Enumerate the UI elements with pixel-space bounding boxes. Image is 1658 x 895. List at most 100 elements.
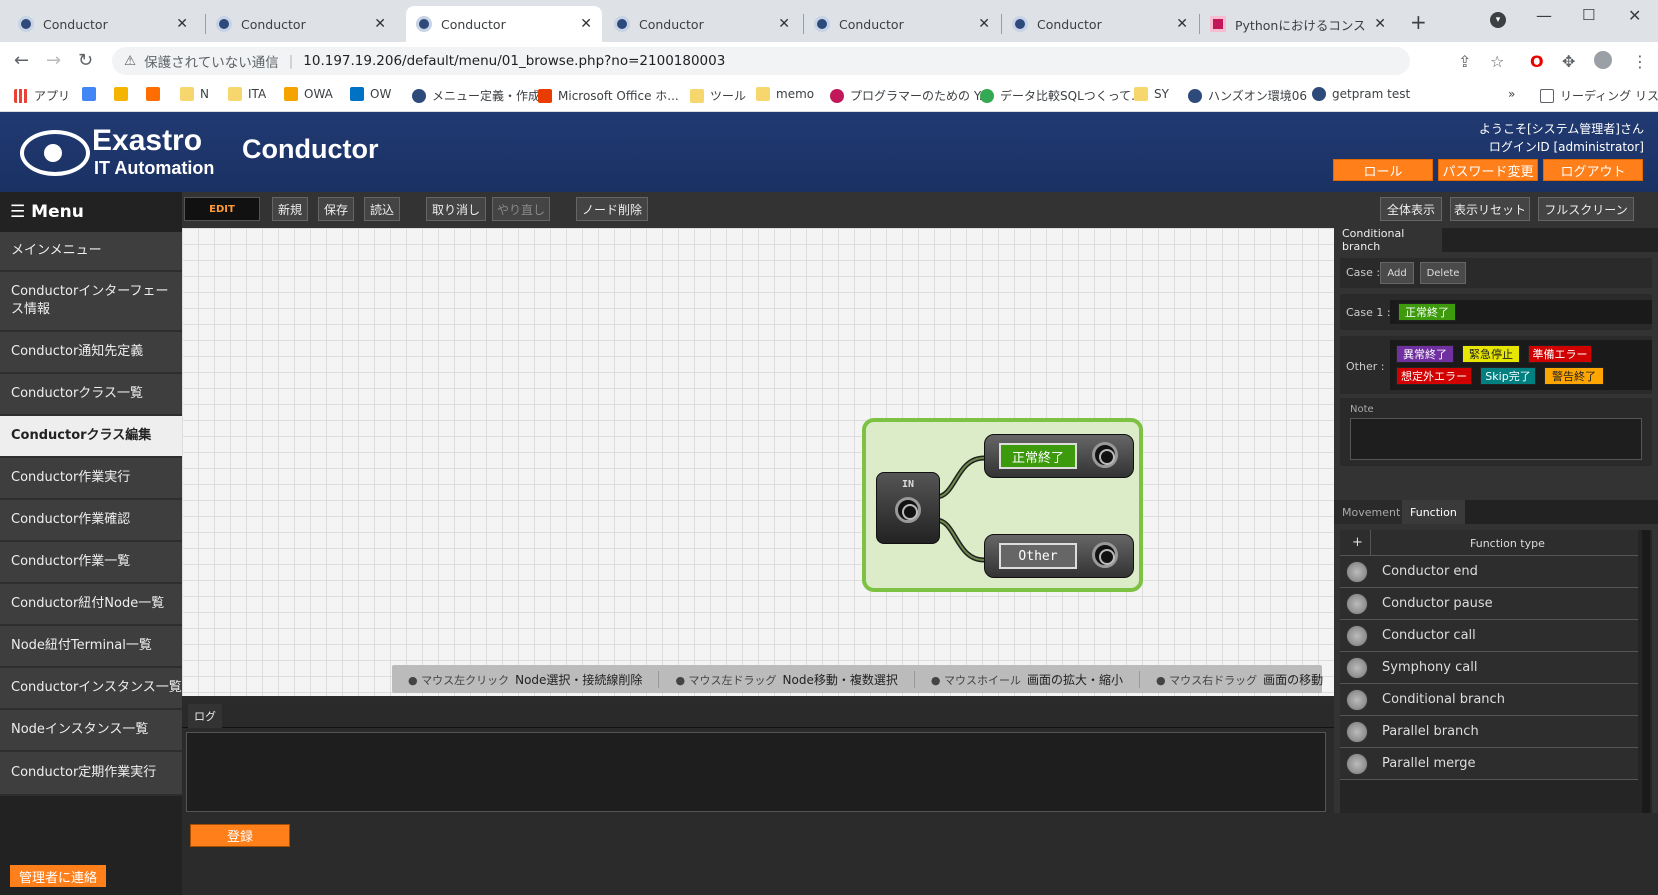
status-pill-skip-complete[interactable]: Skip完了 bbox=[1480, 367, 1536, 385]
url-field[interactable]: ⚠ 保護されていない通信 | 10.197.19.206/default/men… bbox=[112, 47, 1410, 75]
bookmark-item[interactable]: メニュー定義・作成 bbox=[412, 87, 540, 104]
bookmark-apps[interactable]: アプリ bbox=[14, 87, 70, 104]
tab-function[interactable]: Function bbox=[1402, 500, 1465, 524]
back-icon[interactable]: ← bbox=[14, 50, 29, 71]
function-item[interactable]: Conductor call bbox=[1340, 620, 1638, 652]
in-port-icon[interactable] bbox=[895, 497, 921, 523]
tab-movement[interactable]: Movement bbox=[1334, 500, 1409, 524]
browser-tab[interactable]: Conductor ✕ bbox=[604, 6, 800, 42]
menu-item-class-edit[interactable]: Conductorクラス編集 bbox=[0, 416, 182, 458]
menu-header[interactable]: ☰ Menu bbox=[0, 192, 182, 232]
load-button[interactable]: 読込 bbox=[364, 197, 400, 221]
bookmark-folder[interactable]: SY bbox=[1134, 87, 1169, 101]
close-tab-icon[interactable]: ✕ bbox=[778, 16, 790, 32]
case1-status-pill[interactable]: 正常終了 bbox=[1398, 303, 1456, 321]
menu-item-scheduled-execution[interactable]: Conductor定期作業実行 bbox=[0, 752, 182, 796]
menu-item-node-list[interactable]: Conductor紐付Node一覧 bbox=[0, 584, 182, 626]
close-tab-icon[interactable]: ✕ bbox=[176, 16, 188, 32]
opera-extension-icon[interactable]: O bbox=[1530, 52, 1544, 71]
bookmark-item[interactable] bbox=[114, 87, 134, 101]
bookmark-item[interactable]: getpram test bbox=[1312, 87, 1410, 101]
bookmark-item[interactable]: OW bbox=[350, 87, 391, 101]
fullscreen-button[interactable]: フルスクリーン bbox=[1538, 197, 1634, 221]
browser-tab[interactable]: Conductor ✕ bbox=[1002, 6, 1198, 42]
add-case-button[interactable]: Add bbox=[1380, 262, 1414, 284]
logout-button[interactable]: ログアウト bbox=[1543, 159, 1643, 181]
note-textarea[interactable] bbox=[1350, 418, 1642, 460]
bookmark-item[interactable]: ハンズオン環境06 bbox=[1188, 87, 1307, 104]
extensions-icon[interactable]: ✥ bbox=[1562, 52, 1575, 71]
out-port-icon[interactable] bbox=[1092, 442, 1118, 468]
bookmarks-overflow-icon[interactable]: » bbox=[1508, 87, 1515, 101]
change-password-button[interactable]: パスワード変更 bbox=[1438, 159, 1538, 181]
menu-item-confirm[interactable]: Conductor作業確認 bbox=[0, 500, 182, 542]
menu-item-instance-list[interactable]: Conductorインスタンス一覧 bbox=[0, 668, 182, 710]
menu-item-main-menu[interactable]: メインメニュー bbox=[0, 232, 182, 272]
close-tab-icon[interactable]: ✕ bbox=[580, 16, 592, 32]
delete-node-button[interactable]: ノード削除 bbox=[576, 197, 648, 221]
bookmark-item[interactable]: プログラマーのための Y... bbox=[830, 87, 990, 104]
status-pill-emergency-stop[interactable]: 緊急停止 bbox=[1462, 345, 1520, 363]
tab-search-icon[interactable]: ▾ bbox=[1490, 12, 1506, 28]
menu-item-class-list[interactable]: Conductorクラス一覧 bbox=[0, 374, 182, 416]
menu-item-terminal-list[interactable]: Node紐付Terminal一覧 bbox=[0, 626, 182, 668]
status-pill-unexpected-error[interactable]: 想定外エラー bbox=[1396, 367, 1472, 385]
function-item[interactable]: Parallel branch bbox=[1340, 716, 1638, 748]
close-tab-icon[interactable]: ✕ bbox=[374, 16, 386, 32]
function-item[interactable]: Symphony call bbox=[1340, 652, 1638, 684]
function-item[interactable]: Conditional branch bbox=[1340, 684, 1638, 716]
bookmark-folder[interactable]: ITA bbox=[228, 87, 266, 101]
redo-button[interactable]: やり直し bbox=[492, 197, 550, 221]
bookmark-item[interactable]: OWA bbox=[284, 87, 333, 101]
exastro-logo[interactable]: Exastro IT Automation bbox=[20, 122, 220, 182]
status-pill-warning-end[interactable]: 警告終了 bbox=[1544, 367, 1604, 385]
register-button[interactable]: 登録 bbox=[190, 824, 290, 847]
function-item[interactable]: Parallel merge bbox=[1340, 748, 1638, 780]
reload-icon[interactable]: ↻ bbox=[78, 50, 93, 71]
save-button[interactable]: 保存 bbox=[318, 197, 354, 221]
bookmark-item[interactable]: データ比較SQLつくって... bbox=[980, 87, 1143, 104]
bookmark-star-icon[interactable]: ☆ bbox=[1490, 52, 1504, 71]
browser-tab[interactable]: Conductor ✕ bbox=[8, 6, 198, 42]
more-menu-icon[interactable]: ⋮ bbox=[1632, 52, 1648, 71]
menu-item-interface-info[interactable]: Conductorインターフェース情報 bbox=[0, 272, 182, 332]
bookmark-item[interactable] bbox=[146, 87, 166, 101]
conductor-canvas[interactable]: IN 正常終了 Other bbox=[182, 228, 1334, 696]
function-item[interactable]: Conductor end bbox=[1340, 556, 1638, 588]
close-tab-icon[interactable]: ✕ bbox=[1374, 16, 1386, 32]
case-terminal[interactable]: 正常終了 bbox=[984, 434, 1134, 478]
conditional-branch-node[interactable]: IN 正常終了 Other bbox=[862, 418, 1143, 592]
forward-icon[interactable]: → bbox=[46, 50, 61, 71]
share-icon[interactable]: ⇪ bbox=[1458, 52, 1471, 71]
bookmark-folder[interactable]: memo bbox=[756, 87, 814, 101]
browser-tab[interactable]: Pythonにおけるコンストラク✕ bbox=[1200, 6, 1396, 42]
case1-drop-area[interactable]: 正常終了 bbox=[1390, 300, 1652, 324]
new-tab-icon[interactable]: + bbox=[1410, 10, 1427, 34]
undo-button[interactable]: 取り消し bbox=[426, 197, 486, 221]
menu-item-execute[interactable]: Conductor作業実行 bbox=[0, 458, 182, 500]
maximize-icon[interactable]: ☐ bbox=[1582, 6, 1595, 24]
show-all-button[interactable]: 全体表示 bbox=[1380, 197, 1442, 221]
add-function-icon[interactable]: + bbox=[1352, 535, 1363, 550]
log-tab[interactable]: ログ bbox=[188, 704, 222, 728]
contact-admin-button[interactable]: 管理者に連絡 bbox=[10, 865, 106, 887]
close-tab-icon[interactable]: ✕ bbox=[978, 16, 990, 32]
reset-view-button[interactable]: 表示リセット bbox=[1450, 197, 1530, 221]
delete-case-button[interactable]: Delete bbox=[1420, 262, 1466, 284]
bookmark-folder[interactable]: N bbox=[180, 87, 209, 101]
bookmark-translate[interactable] bbox=[82, 87, 102, 101]
profile-avatar-icon[interactable] bbox=[1594, 51, 1612, 69]
close-window-icon[interactable]: ✕ bbox=[1628, 6, 1641, 25]
menu-item-node-instance-list[interactable]: Nodeインスタンス一覧 bbox=[0, 710, 182, 752]
bookmark-folder[interactable]: ツール bbox=[690, 87, 746, 104]
close-tab-icon[interactable]: ✕ bbox=[1176, 16, 1188, 32]
minimize-icon[interactable]: — bbox=[1536, 6, 1552, 25]
menu-item-work-list[interactable]: Conductor作業一覧 bbox=[0, 542, 182, 584]
role-button[interactable]: ロール bbox=[1333, 159, 1433, 181]
bookmark-item[interactable]: Microsoft Office ホ... bbox=[538, 87, 679, 104]
status-pill-prepare-error[interactable]: 準備エラー bbox=[1528, 345, 1592, 363]
browser-tab[interactable]: Conductor ✕ bbox=[804, 6, 1000, 42]
browser-tab-active[interactable]: Conductor ✕ bbox=[406, 6, 602, 42]
status-pill-abnormal-end[interactable]: 異常終了 bbox=[1396, 345, 1454, 363]
new-button[interactable]: 新規 bbox=[272, 197, 308, 221]
